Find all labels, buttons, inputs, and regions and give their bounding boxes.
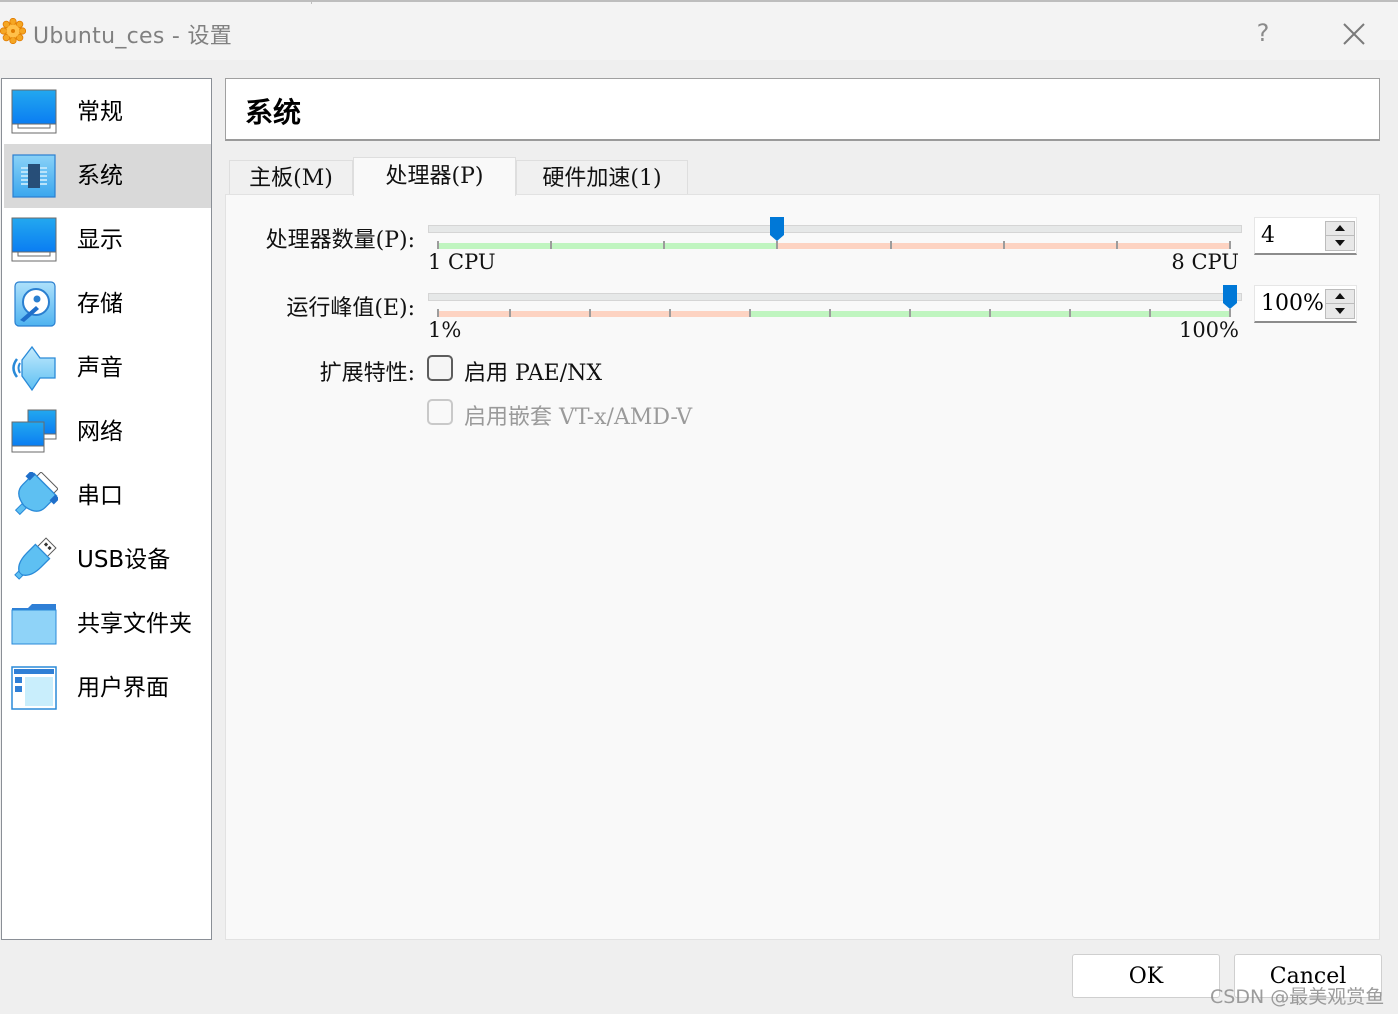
sidebar-item-storage[interactable]: 存储	[4, 272, 211, 336]
general-monitor-icon	[11, 89, 57, 134]
title-bar: Ubuntu_ces - 设置 ?	[0, 4, 1398, 60]
storage-disk-icon	[14, 281, 56, 327]
sidebar-item-network[interactable]: 网络	[4, 400, 211, 464]
spin-buttons	[1325, 221, 1355, 251]
cap-max-label: 100%	[1178, 318, 1239, 342]
network-monitors-icon	[11, 409, 57, 453]
tab-acceleration[interactable]: 硬件加速(1)	[516, 160, 688, 196]
sidebar-item-audio[interactable]: 声音	[4, 336, 211, 400]
ok-button[interactable]: OK	[1072, 954, 1220, 998]
slider-handle[interactable]	[769, 216, 785, 242]
slider-tick	[509, 309, 511, 317]
pae-nx-checkbox[interactable]	[427, 355, 453, 381]
cpu-max-label: 8 CPU	[1171, 250, 1239, 274]
sidebar-item-label: 显示	[77, 227, 123, 253]
sidebar-item-system[interactable]: 系统	[4, 144, 211, 208]
execution-cap-spinbox[interactable]: 100%	[1254, 285, 1357, 323]
slider-tick	[1002, 241, 1005, 249]
slider-tick	[1229, 241, 1231, 249]
sidebar-item-label: USB设备	[77, 547, 171, 573]
shared-folder-icon	[11, 604, 57, 645]
audio-speaker-icon	[12, 345, 56, 392]
usb-plug-icon	[14, 537, 57, 580]
sidebar-item-label: 网络	[77, 419, 123, 445]
page-header: 系统	[225, 78, 1380, 141]
cpu-min-label: 1 CPU	[428, 250, 496, 274]
window-title: Ubuntu_ces - 设置	[33, 24, 233, 49]
sidebar-item-label: 声音	[77, 355, 123, 381]
slider-handle[interactable]	[1222, 284, 1238, 310]
sidebar-item-shared-folders[interactable]: 共享文件夹	[4, 592, 211, 656]
sidebar-item-usb[interactable]: USB设备	[4, 528, 211, 592]
tab-motherboard[interactable]: 主板(M)	[229, 160, 353, 196]
execution-cap-value[interactable]: 100%	[1261, 291, 1324, 316]
slider-tick	[909, 309, 911, 317]
sidebar-item-label: 存储	[77, 291, 123, 317]
nested-vtx-label: 启用嵌套 VT-x/AMD-V	[464, 405, 693, 430]
user-interface-icon	[11, 666, 57, 710]
slider-tick	[829, 309, 831, 317]
slider-tick	[1115, 241, 1118, 249]
slider-tick	[1069, 309, 1071, 317]
extended-features-label: 扩展特性:	[319, 361, 415, 386]
pae-nx-label[interactable]: 启用 PAE/NX	[464, 355, 602, 387]
sidebar-item-label: 系统	[77, 163, 123, 189]
cpu-count-slider[interactable]	[428, 217, 1242, 253]
sidebar-item-serial[interactable]: 串口	[4, 464, 211, 528]
increment-arrow-icon[interactable]	[1326, 222, 1354, 236]
slider-tick	[437, 241, 439, 249]
slider-tick	[776, 241, 779, 249]
slider-tick	[663, 241, 666, 249]
slider-groove	[428, 293, 1242, 301]
sidebar-item-display[interactable]: 显示	[4, 208, 211, 272]
sidebar-item-label: 串口	[77, 483, 123, 509]
decrement-arrow-icon[interactable]	[1326, 236, 1354, 250]
tab-processor[interactable]: 处理器(P)	[353, 157, 516, 196]
watermark: CSDN @最美观赏鱼	[1210, 986, 1385, 1008]
sidebar-item-label: 共享文件夹	[77, 611, 192, 637]
spin-buttons	[1325, 289, 1355, 319]
slider-band-low	[438, 243, 778, 249]
slider-tick	[1149, 309, 1151, 317]
slider-tick	[989, 309, 991, 317]
slider-tick	[749, 309, 751, 317]
nested-vtx-checkbox	[427, 399, 453, 425]
serial-port-icon	[14, 472, 58, 516]
increment-arrow-icon[interactable]	[1326, 290, 1354, 304]
close-icon[interactable]	[1338, 18, 1370, 50]
display-monitor-icon	[11, 217, 57, 262]
help-button[interactable]: ?	[1250, 16, 1276, 50]
slider-groove	[428, 225, 1242, 233]
page-title: 系统	[245, 96, 302, 129]
execution-cap-label: 运行峰值(E):	[286, 296, 415, 321]
slider-tick	[669, 309, 671, 317]
processor-panel: 处理器数量(P): 1 CPU 8 CPU 4 运行峰值(E): 1% 100%…	[225, 194, 1380, 940]
slider-band-low	[438, 311, 750, 317]
settings-sidebar: 常规 系统 显示 存储 声音 网络 串口 USB设备 共享文件夹 用户界面	[1, 78, 212, 940]
cpu-count-spinbox[interactable]: 4	[1254, 217, 1357, 255]
execution-cap-slider[interactable]	[428, 285, 1242, 321]
cpu-count-value[interactable]: 4	[1261, 223, 1275, 248]
slider-tick	[1229, 309, 1231, 317]
cpu-count-label: 处理器数量(P):	[265, 228, 415, 253]
app-gear-icon	[0, 18, 26, 44]
cap-min-label: 1%	[428, 318, 462, 342]
sidebar-item-label: 常规	[77, 99, 123, 125]
slider-tick	[589, 309, 591, 317]
system-chip-icon	[12, 154, 56, 198]
slider-tick	[889, 241, 892, 249]
slider-tick	[437, 309, 439, 317]
sidebar-item-general[interactable]: 常规	[4, 80, 211, 144]
slider-tick	[550, 241, 553, 249]
sidebar-item-user-interface[interactable]: 用户界面	[4, 656, 211, 720]
sidebar-item-label: 用户界面	[77, 675, 169, 701]
decrement-arrow-icon[interactable]	[1326, 304, 1354, 318]
